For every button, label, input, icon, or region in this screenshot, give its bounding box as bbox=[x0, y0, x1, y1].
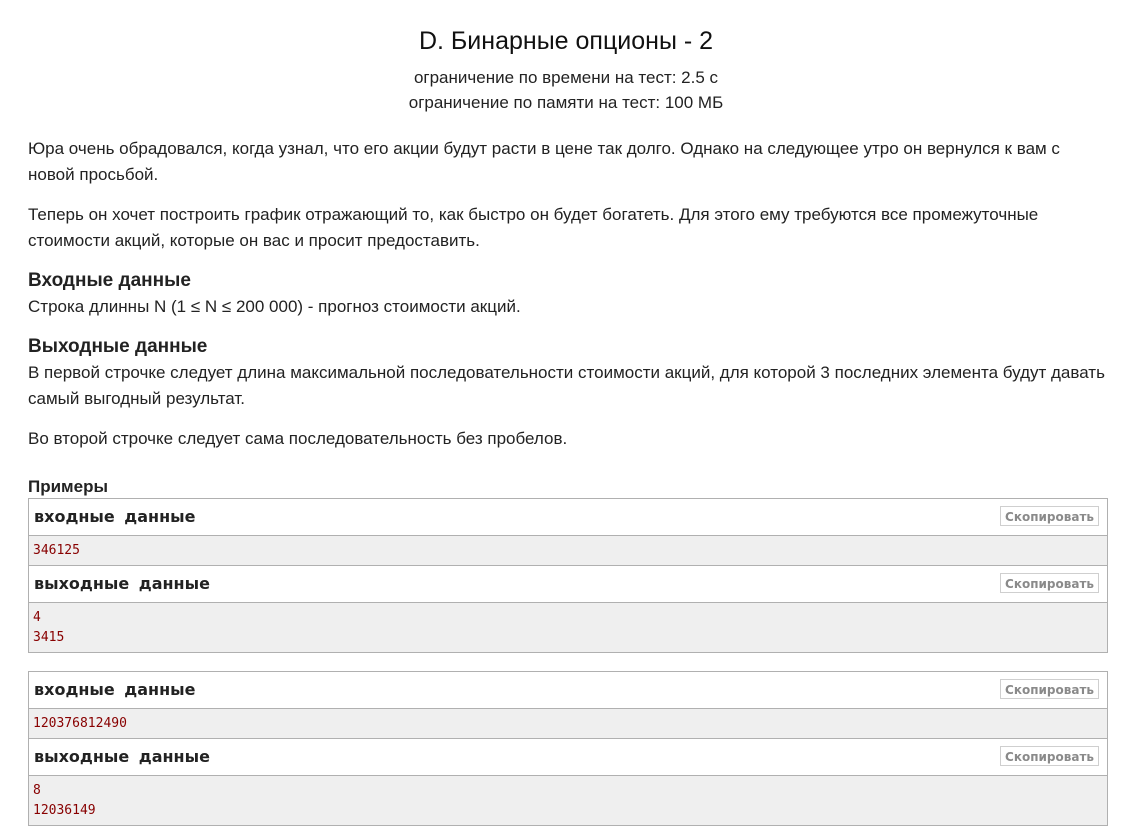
example-input-content: 346125 bbox=[29, 536, 1107, 566]
example-input-line: 120376812490 bbox=[33, 716, 127, 731]
example-output-content: 4 3415 bbox=[29, 603, 1107, 652]
statement-paragraph-2: Теперь он хочет построить график отражаю… bbox=[28, 205, 1039, 250]
copy-output-button[interactable]: Скопировать bbox=[1000, 746, 1099, 766]
output-section-text-1: В первой строчке следует длина максималь… bbox=[28, 363, 1105, 408]
example-output-line: 3415 bbox=[33, 630, 65, 645]
example-input-header: входные данные Скопировать bbox=[29, 499, 1107, 536]
example-output-header: выходные данные Скопировать bbox=[29, 739, 1107, 776]
input-section-text: Строка длинны N (1 ≤ N ≤ 200 000) - прог… bbox=[28, 297, 521, 316]
input-section: Входные данные Строка длинны N (1 ≤ N ≤ … bbox=[28, 268, 1108, 320]
example-output-content: 8 12036149 bbox=[29, 776, 1107, 825]
example-input-line: 346125 bbox=[33, 543, 80, 558]
output-section-title: Выходные данные bbox=[28, 336, 208, 357]
example-output-label: выходные данные bbox=[34, 747, 210, 766]
copy-input-button[interactable]: Скопировать bbox=[1000, 679, 1099, 699]
problem-title: D. Бинарные опционы - 2 bbox=[418, 27, 714, 55]
example-output-header: выходные данные Скопировать bbox=[29, 566, 1107, 603]
example-2: входные данные Скопировать 120376812490 … bbox=[28, 671, 1108, 826]
output-section: Выходные данные В первой строчке следует… bbox=[28, 334, 1108, 452]
input-section-title: Входные данные bbox=[28, 270, 191, 291]
problem-content: Юра очень обрадовался, когда узнал, что … bbox=[28, 136, 1108, 826]
output-section-text-2: Во второй строчке следует сама последова… bbox=[28, 429, 568, 448]
problem-header: D. Бинарные опционы - 2 ограничение по в… bbox=[0, 0, 1132, 115]
examples-title: Примеры bbox=[28, 477, 108, 496]
problem-page: D. Бинарные опционы - 2 ограничение по в… bbox=[0, 0, 1132, 839]
example-input-content: 120376812490 bbox=[29, 709, 1107, 739]
statement-paragraph-1: Юра очень обрадовался, когда узнал, что … bbox=[28, 139, 1060, 184]
memory-limit: ограничение по памяти на тест: 100 МБ bbox=[408, 93, 724, 112]
example-output-line: 8 bbox=[33, 783, 41, 798]
example-input-header: входные данные Скопировать bbox=[29, 672, 1107, 709]
example-1: входные данные Скопировать 346125 выходн… bbox=[28, 498, 1108, 653]
problem-limits: ограничение по времени на тест: 2.5 с ог… bbox=[0, 65, 1132, 115]
example-output-line: 12036149 bbox=[33, 803, 96, 818]
copy-output-button[interactable]: Скопировать bbox=[1000, 573, 1099, 593]
time-limit: ограничение по времени на тест: 2.5 с bbox=[413, 68, 719, 87]
example-input-label: входные данные bbox=[34, 680, 196, 699]
example-output-line: 4 bbox=[33, 610, 41, 625]
example-output-label: выходные данные bbox=[34, 574, 210, 593]
copy-input-button[interactable]: Скопировать bbox=[1000, 506, 1099, 526]
example-input-label: входные данные bbox=[34, 507, 196, 526]
